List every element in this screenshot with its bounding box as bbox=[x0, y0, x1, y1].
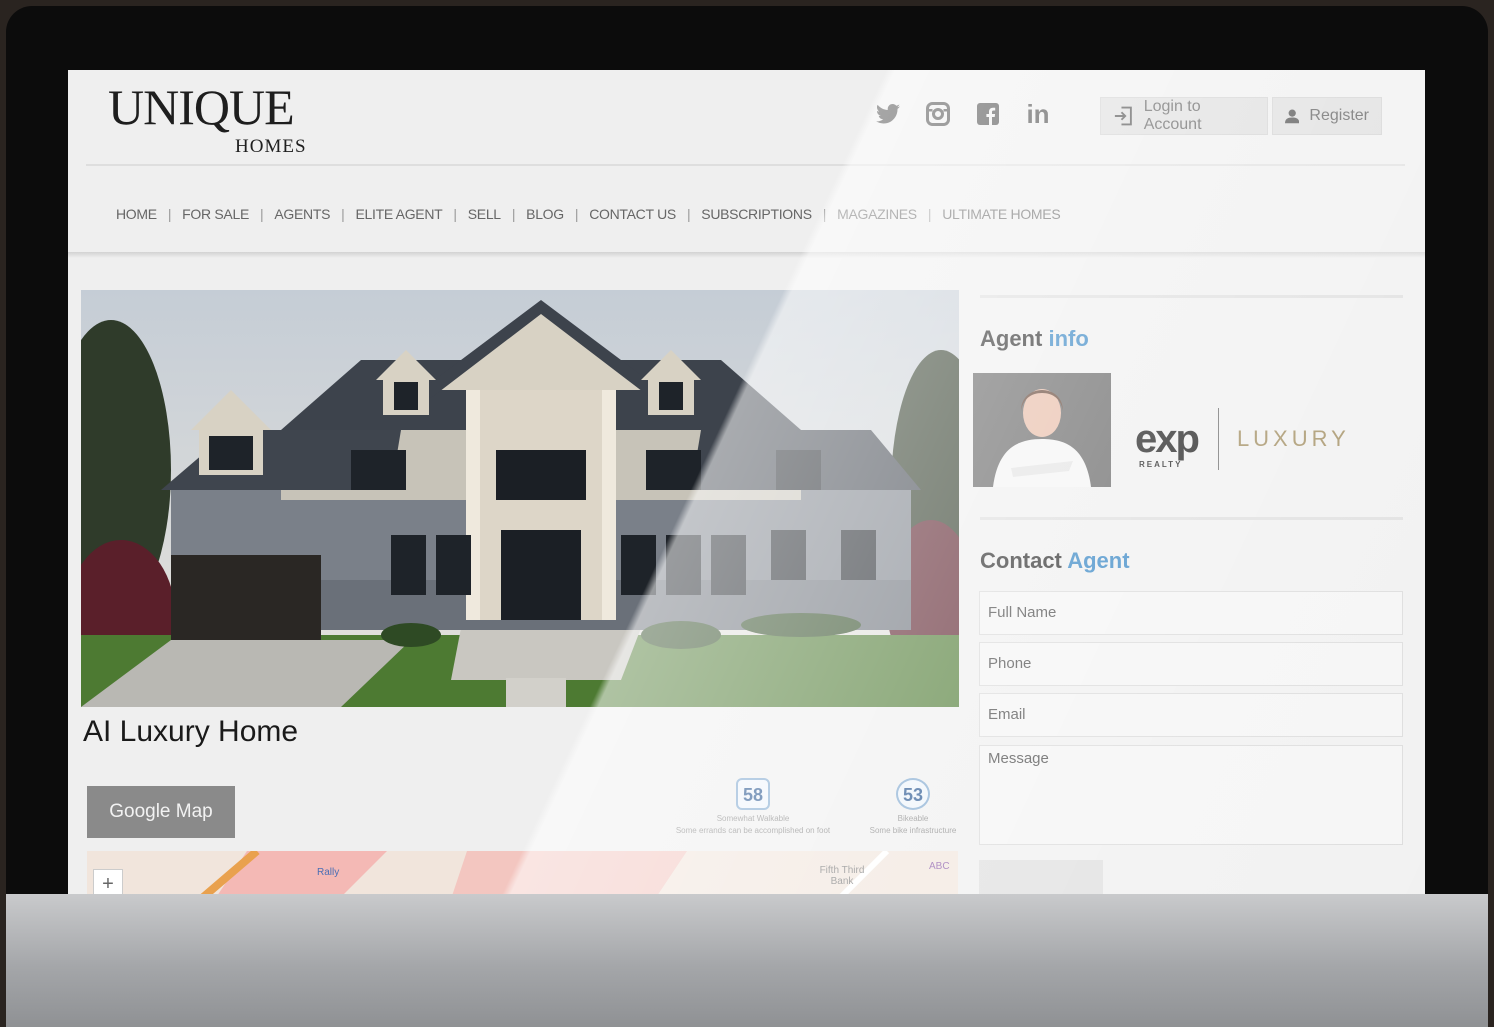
google-map[interactable]: + Rally Fifth Third Bank ABC bbox=[87, 851, 958, 894]
listing-title: AI Luxury Home bbox=[83, 715, 299, 748]
login-icon bbox=[1114, 106, 1132, 126]
google-map-button[interactable]: Google Map bbox=[87, 786, 235, 838]
exp-luxury-logo[interactable]: exp REALTY LUXURY bbox=[1135, 408, 1350, 470]
nav-item-home[interactable]: HOME bbox=[116, 206, 157, 222]
email-field[interactable]: Email bbox=[979, 693, 1403, 737]
facebook-icon[interactable] bbox=[974, 100, 1002, 128]
register-button[interactable]: Register bbox=[1272, 97, 1382, 135]
luxury-text: LUXURY bbox=[1236, 426, 1350, 451]
full-name-field[interactable]: Full Name bbox=[979, 591, 1403, 635]
nav-item-magazines[interactable]: MAGAZINES bbox=[837, 206, 917, 222]
user-icon bbox=[1285, 109, 1300, 124]
agent-info-divider-top bbox=[980, 295, 1403, 298]
logo-main-text: UNIQUE bbox=[108, 79, 295, 135]
register-label: Register bbox=[1309, 107, 1369, 124]
message-field[interactable]: Message bbox=[979, 745, 1403, 845]
map-label-bank: Fifth Third Bank bbox=[819, 865, 865, 887]
bike-score-desc: Some bike infrastructure bbox=[869, 826, 957, 835]
nav-item-blog[interactable]: BLOG bbox=[526, 206, 564, 222]
main-nav: HOME | FOR SALE | AGENTS | ELITE AGENT | SEL… bbox=[116, 206, 1061, 222]
agent-photo[interactable] bbox=[973, 373, 1111, 487]
linkedin-icon[interactable]: in bbox=[1024, 99, 1052, 129]
twitter-icon[interactable] bbox=[874, 100, 902, 128]
header-divider bbox=[86, 164, 1405, 166]
login-button[interactable]: Login to Account bbox=[1100, 97, 1268, 135]
map-label-abc: ABC bbox=[929, 861, 950, 872]
exp-brand-text: exp bbox=[1135, 416, 1200, 461]
instagram-icon[interactable] bbox=[924, 100, 952, 128]
contact-agent-heading: Contact Agent bbox=[980, 548, 1130, 573]
bike-score-badge[interactable]: 53 Bikeable Some bike infrastructure bbox=[858, 778, 968, 835]
exp-realty-text: REALTY bbox=[1139, 459, 1183, 469]
walk-score-desc: Some errands can be accomplished on foot bbox=[675, 826, 831, 835]
walk-score-value: 58 bbox=[736, 778, 770, 810]
map-zoom-in-button[interactable]: + bbox=[93, 869, 123, 894]
logo-divider bbox=[1217, 408, 1219, 470]
nav-item-contact-us[interactable]: CONTACT US bbox=[589, 206, 676, 222]
walk-score-badge[interactable]: 58 Somewhat Walkable Some errands can be… bbox=[673, 778, 833, 835]
nav-divider bbox=[68, 252, 1425, 258]
listing-hero-image[interactable] bbox=[81, 290, 959, 707]
unique-homes-logo[interactable]: UNIQUE HOMES bbox=[108, 79, 306, 157]
nav-item-sell[interactable]: SELL bbox=[468, 206, 501, 222]
nav-item-subscriptions[interactable]: SUBSCRIPTIONS bbox=[701, 206, 812, 222]
nav-item-for-sale[interactable]: FOR SALE bbox=[182, 206, 249, 222]
bike-score-label: Bikeable bbox=[897, 814, 929, 823]
logo-sub-text: HOMES bbox=[235, 136, 307, 157]
monitor-chin bbox=[6, 894, 1488, 1027]
bike-score-value: 53 bbox=[896, 778, 930, 810]
nav-item-ultimate-homes[interactable]: ULTIMATE HOMES bbox=[942, 206, 1060, 222]
nav-item-agents[interactable]: AGENTS bbox=[274, 206, 330, 222]
login-label: Login to Account bbox=[1143, 98, 1202, 133]
walk-score-label: Somewhat Walkable bbox=[716, 814, 790, 823]
monitor-frame: UNIQUE HOMES in Login to Account Registe… bbox=[6, 6, 1488, 1027]
nav-item-elite-agent[interactable]: ELITE AGENT bbox=[355, 206, 442, 222]
social-links: in bbox=[874, 99, 1052, 129]
agent-info-heading: Agent info bbox=[980, 326, 1089, 351]
phone-field[interactable]: Phone bbox=[979, 642, 1403, 686]
browser-screen: UNIQUE HOMES in Login to Account Registe… bbox=[68, 70, 1425, 894]
map-label-rally: Rally bbox=[317, 867, 340, 878]
contact-divider-top bbox=[980, 517, 1403, 520]
submit-button[interactable] bbox=[979, 860, 1103, 894]
